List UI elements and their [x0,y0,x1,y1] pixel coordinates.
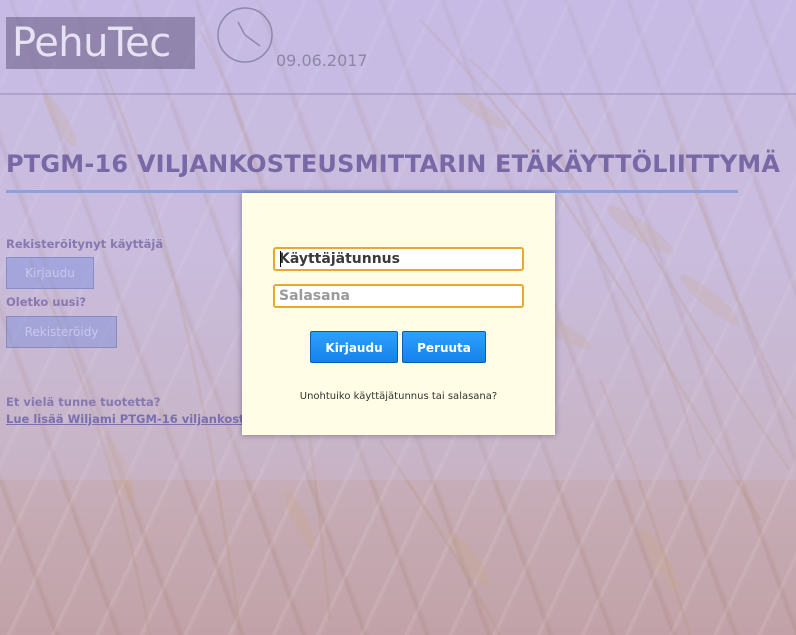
logo-text: PehuTec [12,20,171,66]
new-user-label: Oletko uusi? [6,295,87,309]
learn-more-link[interactable]: Lue lisää Wiljami PTGM-16 viljankosteusm… [6,412,242,426]
page-background: PehuTec 09.06.2017 PTGM-16 VILJANKOSTEUS… [0,0,796,635]
clock-icon [217,7,273,63]
register-button[interactable]: Rekisteröidy [6,316,117,348]
registered-user-label: Rekisteröitynyt käyttäjä [6,237,164,251]
text-caret [280,251,281,267]
username-input[interactable] [273,247,524,271]
pehutec-logo[interactable]: PehuTec [6,17,195,69]
unknown-product-label: Et vielä tunne tuotetta? [6,395,161,409]
forgot-credentials-link[interactable]: Unohtuiko käyttäjätunnus tai salasana? [242,391,555,402]
side-login-button[interactable]: Kirjaudu [6,257,94,289]
site-header: PehuTec 09.06.2017 [0,0,796,95]
login-button[interactable]: Kirjaudu [310,331,398,363]
password-input[interactable] [273,284,524,308]
page-title: PTGM-16 VILJANKOSTEUSMITTARIN ETÄKÄYTTÖL… [6,150,781,178]
login-dialog: Kirjaudu Peruuta Unohtuiko käyttäjätunnu… [242,193,555,435]
cancel-button[interactable]: Peruuta [402,331,486,363]
current-date: 09.06.2017 [276,51,368,70]
